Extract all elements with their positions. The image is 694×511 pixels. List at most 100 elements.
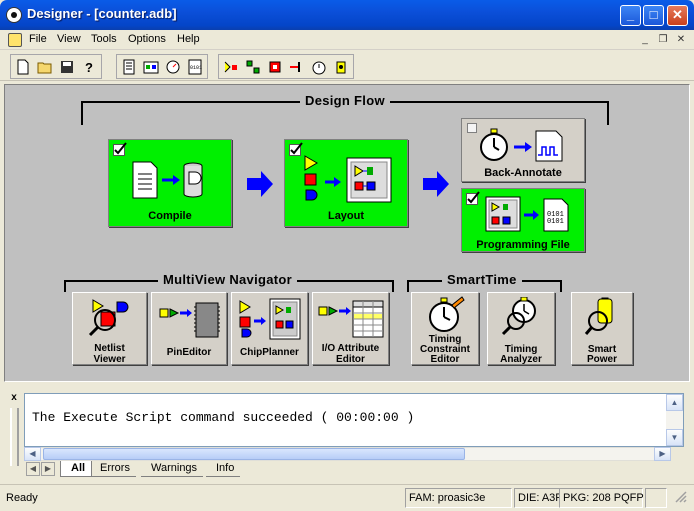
netlist-viewer-label-2: Viewer xyxy=(93,354,126,365)
netlist-viewer-tool[interactable]: Netlist Viewer xyxy=(72,292,147,365)
chip-planner-tool[interactable]: ChipPlanner xyxy=(231,292,308,365)
tab-next-icon[interactable]: ▶ xyxy=(41,462,55,476)
open-folder-icon[interactable] xyxy=(35,56,55,77)
timing-constraint-editor-icon xyxy=(429,296,465,332)
tab-info[interactable]: Info xyxy=(206,461,241,477)
tab-all[interactable]: All xyxy=(60,461,93,477)
smart-power-tool[interactable]: Smart Power xyxy=(571,292,633,365)
scroll-left-icon[interactable]: ◀ xyxy=(24,447,41,461)
power-icon[interactable] xyxy=(331,56,351,77)
new-file-icon[interactable] xyxy=(13,56,33,77)
status-ready: Ready xyxy=(6,492,38,504)
log-close-button[interactable]: x xyxy=(8,392,20,404)
layout-label: Layout xyxy=(327,210,365,222)
help-icon[interactable]: ? xyxy=(79,56,99,77)
mdi-close-button[interactable]: ✕ xyxy=(674,33,688,47)
log-message: The Execute Script command succeeded ( 0… xyxy=(32,410,415,425)
tab-warnings[interactable]: Warnings xyxy=(141,461,204,477)
smart-power-icon xyxy=(584,297,613,335)
status-package: PKG: 208 PQFP xyxy=(559,488,644,508)
layout-icon[interactable] xyxy=(243,56,263,77)
back-annotate-step[interactable]: Back-Annotate xyxy=(461,118,585,182)
menu-help[interactable]: Help xyxy=(177,33,200,45)
back-annotate-label: Back-Annotate xyxy=(484,167,562,179)
log-tabs: ◀ ▶ All Errors Warnings Info xyxy=(24,461,684,478)
layout-step[interactable]: Layout xyxy=(284,139,408,227)
window-title: Designer - [counter.adb] xyxy=(27,6,177,21)
close-button[interactable]: ✕ xyxy=(667,5,688,26)
binary-icon[interactable]: 0101 xyxy=(185,56,205,77)
programming-file-label: Programming File xyxy=(476,239,570,251)
save-icon[interactable] xyxy=(57,56,77,77)
svg-text:0101: 0101 xyxy=(190,65,202,71)
compile-icon[interactable] xyxy=(141,56,161,77)
back-annotate-checkbox[interactable] xyxy=(467,123,477,133)
tab-prev-icon[interactable]: ◀ xyxy=(26,462,40,476)
smarttime-heading: SmartTime xyxy=(442,272,522,287)
pin-editor-tool[interactable]: PinEditor xyxy=(151,292,227,365)
compile-step[interactable]: Compile xyxy=(108,139,232,227)
title-bar: Designer - [counter.adb] _ □ ✕ xyxy=(0,0,694,30)
smart-power-label-2: Power xyxy=(586,354,617,365)
app-icon[interactable] xyxy=(6,7,22,23)
io-attribute-editor-label-2: Editor xyxy=(336,354,365,365)
tab-errors[interactable]: Errors xyxy=(90,461,136,477)
flow-arrow-icon xyxy=(247,171,273,197)
toolbar-group-file: ? xyxy=(10,54,102,79)
menu-view[interactable]: View xyxy=(57,33,81,45)
netlist-icon[interactable] xyxy=(221,56,241,77)
pin-editor-label: PinEditor xyxy=(166,347,212,358)
scroll-down-icon[interactable]: ▼ xyxy=(666,429,683,446)
report-icon[interactable] xyxy=(119,56,139,77)
mdi-restore-button[interactable]: ❐ xyxy=(656,33,670,47)
multiview-heading: MultiView Navigator xyxy=(158,272,297,287)
svg-text:?: ? xyxy=(85,60,93,75)
programming-file-step[interactable]: 0101 0101 Programming File xyxy=(461,188,585,252)
toolbar: ? 0101 xyxy=(0,51,694,81)
timing-constraint-editor-label-3: Editor xyxy=(430,354,460,365)
status-bar: Ready FAM: proasic3e DIE: A3PE600 PKG: 2… xyxy=(0,484,694,511)
document-icon[interactable] xyxy=(8,33,22,47)
menu-options[interactable]: Options xyxy=(128,33,166,45)
toolbar-group-tools xyxy=(218,54,354,79)
scroll-up-icon[interactable]: ▲ xyxy=(666,394,683,411)
timing-analyzer-icon xyxy=(501,297,536,336)
netlist-viewer-icon xyxy=(88,299,129,337)
io-attribute-editor-label-1: I/O Attribute xyxy=(321,343,380,354)
maximize-button[interactable]: □ xyxy=(643,5,664,26)
design-panel: Design Flow Compile Layout Back-Annotate… xyxy=(4,84,690,382)
resize-grip-icon[interactable] xyxy=(669,488,691,508)
menu-file[interactable]: File xyxy=(29,33,47,45)
horizontal-scroll-thumb[interactable] xyxy=(43,448,465,460)
log-horizontal-scrollbar[interactable]: ◀ ▶ xyxy=(24,447,671,461)
chip-icon[interactable] xyxy=(265,56,285,77)
timing-analyzer-tool[interactable]: Timing Analyzer xyxy=(487,292,555,365)
flow-arrow-icon xyxy=(423,171,449,197)
compile-label: Compile xyxy=(148,210,192,222)
chip-planner-icon xyxy=(239,298,301,340)
io-attribute-editor-icon xyxy=(318,300,384,338)
minimize-button[interactable]: _ xyxy=(620,5,641,26)
pin-editor-icon xyxy=(159,302,220,338)
timing-icon[interactable] xyxy=(163,56,183,77)
io-attribute-editor-tool[interactable]: I/O Attribute Editor xyxy=(312,292,389,365)
log-pane: x ▲ ▼ The Execute Script command succeed… xyxy=(4,388,690,478)
mdi-minimize-button[interactable]: _ xyxy=(638,33,652,47)
timer-icon[interactable] xyxy=(309,56,329,77)
toolbar-group-flow: 0101 xyxy=(116,54,208,79)
log-gripper[interactable] xyxy=(10,408,19,466)
timing-constraint-editor-tool[interactable]: Timing Constraint Editor xyxy=(411,292,479,365)
binary-file-text: 0101 0101 xyxy=(547,211,564,226)
scroll-right-icon[interactable]: ▶ xyxy=(654,447,671,461)
status-extra xyxy=(645,488,667,508)
menu-tools[interactable]: Tools xyxy=(91,33,117,45)
log-vertical-scrollbar[interactable]: ▲ ▼ xyxy=(666,394,683,446)
io-icon[interactable] xyxy=(287,56,307,77)
compile-check-icon[interactable] xyxy=(113,142,127,156)
back-annotate-graphic-icon xyxy=(480,128,563,162)
programming-file-check-icon[interactable] xyxy=(466,191,480,205)
compile-graphic-icon xyxy=(132,161,203,199)
chip-planner-label: ChipPlanner xyxy=(240,347,299,358)
menu-bar: File View Tools Options Help _ ❐ ✕ xyxy=(0,30,694,50)
status-family: FAM: proasic3e xyxy=(405,488,512,508)
